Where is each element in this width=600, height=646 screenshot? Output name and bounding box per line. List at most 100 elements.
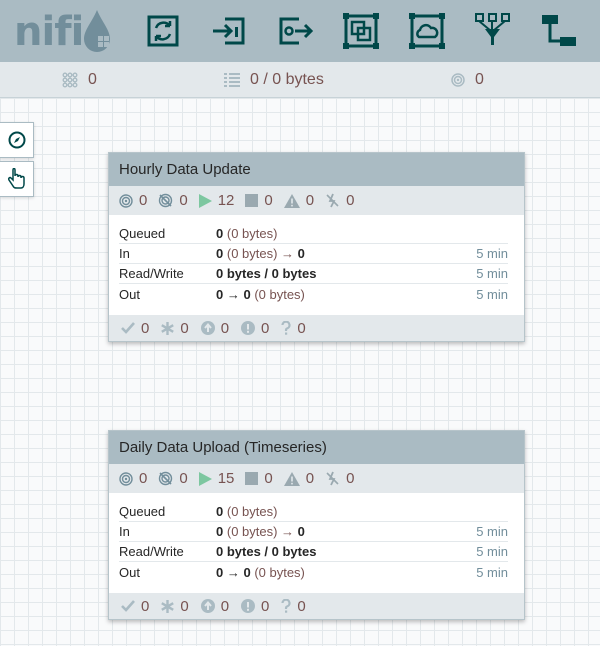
transmitting-value: 0	[139, 470, 148, 487]
queued-size: (0 bytes)	[226, 504, 278, 519]
running-value: 12	[217, 192, 235, 209]
question-icon	[281, 321, 291, 335]
not-transmitting-count: 0	[158, 470, 188, 487]
in-time: 5 min	[476, 246, 508, 261]
process-group-title: Hourly Data Update	[109, 153, 524, 186]
queued-label: Queued	[119, 504, 166, 519]
stale-count: 0	[200, 598, 229, 615]
process-group[interactable]: Hourly Data Update 0 0 12 0 0 0 Queued 0…	[108, 152, 525, 342]
locally-modified-value: 0	[180, 597, 189, 615]
invalid-value: 0	[305, 192, 315, 209]
active-threads-value: 0	[88, 71, 97, 88]
up-to-date-count: 0	[121, 598, 149, 615]
in-row: In 0 (0 bytes) → 0 5 min	[119, 522, 508, 542]
play-icon	[198, 193, 212, 208]
check-icon	[121, 600, 135, 612]
transmitting-icon	[119, 471, 133, 486]
operate-button[interactable]	[0, 161, 34, 197]
version-control-footer: 0 0 0 0 0	[109, 315, 524, 341]
remote-process-group-tool-button[interactable]	[405, 9, 449, 53]
drop-logo-icon	[84, 10, 110, 52]
out-count: 0 → 0	[216, 286, 251, 302]
nifi-logo: nifi	[10, 8, 114, 54]
queued-count: 0	[216, 504, 224, 519]
stopped-value: 0	[264, 192, 273, 209]
funnel-tool-button[interactable]	[471, 9, 515, 53]
transmitting-value: 0	[139, 192, 148, 209]
locally-modified-count: 0	[161, 597, 189, 615]
stopped-value: 0	[264, 470, 273, 487]
exclamation-circle-icon	[241, 599, 256, 613]
stopped-count: 0	[245, 192, 273, 209]
in-label: In	[119, 246, 130, 261]
arrow-up-circle-icon	[200, 599, 215, 613]
disabled-value: 0	[346, 192, 355, 209]
queued-size: (0 bytes)	[226, 226, 278, 241]
list-icon	[224, 73, 240, 87]
processor-tool-button[interactable]	[141, 9, 185, 53]
out-size: (0 bytes)	[254, 564, 305, 580]
output-port-icon	[279, 17, 314, 45]
read-write-value: 0 bytes / 0 bytes	[216, 266, 317, 281]
read-write-label: Read/Write	[119, 544, 184, 559]
output-port-tool-button[interactable]	[273, 9, 317, 53]
process-group[interactable]: Daily Data Upload (Timeseries) 0 0 15 0 …	[108, 430, 525, 620]
input-port-tool-button[interactable]	[207, 9, 251, 53]
process-group-counts: 0 0 12 0 0 0	[109, 186, 524, 215]
out-row: Out 0 → 0 (0 bytes) 5 min	[119, 284, 508, 304]
out-size: (0 bytes)	[254, 286, 305, 302]
stale-count: 0	[200, 320, 229, 337]
processor-icon	[147, 15, 179, 47]
transmitting-count: 0	[119, 470, 147, 487]
queued-row: Queued 0 (0 bytes)	[119, 502, 508, 522]
read-write-time: 5 min	[476, 544, 508, 559]
in-row: In 0 (0 bytes) → 0 5 min	[119, 244, 508, 264]
invalid-count: 0	[283, 470, 315, 487]
sync-failure-value: 0	[297, 319, 306, 337]
stopped-count: 0	[245, 470, 273, 487]
check-icon	[121, 322, 135, 334]
up-to-date-value: 0	[141, 597, 150, 615]
modified-stale-value: 0	[261, 319, 270, 337]
transmitting-status: 0	[451, 71, 484, 89]
out-count: 0 → 0	[216, 564, 251, 580]
disabled-count: 0	[325, 470, 354, 487]
queued-value: 0 / 0 bytes	[250, 71, 324, 88]
warning-icon	[283, 471, 300, 486]
process-group-stats: Queued 0 (0 bytes) In 0 (0 bytes) → 0 5 …	[109, 493, 524, 589]
process-group-tool-button[interactable]	[339, 9, 383, 53]
process-group-counts: 0 0 15 0 0 0	[109, 464, 524, 493]
sync-failure-count: 0	[281, 319, 306, 337]
out-time: 5 min	[476, 286, 508, 302]
in-dest: 0	[297, 524, 305, 539]
transmitting-value: 0	[475, 71, 484, 88]
out-time: 5 min	[476, 564, 508, 580]
warning-icon	[283, 193, 300, 208]
queued-label: Queued	[119, 226, 166, 241]
disabled-value: 0	[346, 470, 355, 487]
not-transmitting-icon	[159, 471, 173, 486]
asterisk-icon	[161, 321, 175, 335]
running-count: 12	[198, 192, 235, 209]
read-write-row: Read/Write 0 bytes / 0 bytes 5 min	[119, 264, 508, 284]
out-label: Out	[119, 564, 140, 580]
navigate-button[interactable]	[0, 122, 34, 158]
invalid-value: 0	[305, 470, 315, 487]
exclamation-circle-icon	[241, 321, 256, 335]
not-transmitting-value: 0	[179, 470, 188, 487]
in-size: (0 bytes) →	[226, 246, 295, 261]
input-port-icon	[213, 17, 245, 45]
queued-status: 0 / 0 bytes	[224, 71, 324, 89]
not-transmitting-count: 0	[158, 192, 188, 209]
template-tool-button[interactable]	[537, 9, 581, 53]
out-label: Out	[119, 286, 140, 302]
out-row: Out 0 → 0 (0 bytes) 5 min	[119, 562, 508, 582]
modified-stale-value: 0	[261, 597, 270, 615]
logo-text: nifi	[14, 9, 84, 55]
not-transmitting-value: 0	[179, 192, 188, 209]
threads-icon	[62, 72, 78, 88]
active-threads-status: 0	[62, 71, 97, 89]
not-transmitting-icon	[159, 193, 173, 208]
running-count: 15	[198, 470, 234, 487]
stop-icon	[245, 472, 259, 485]
